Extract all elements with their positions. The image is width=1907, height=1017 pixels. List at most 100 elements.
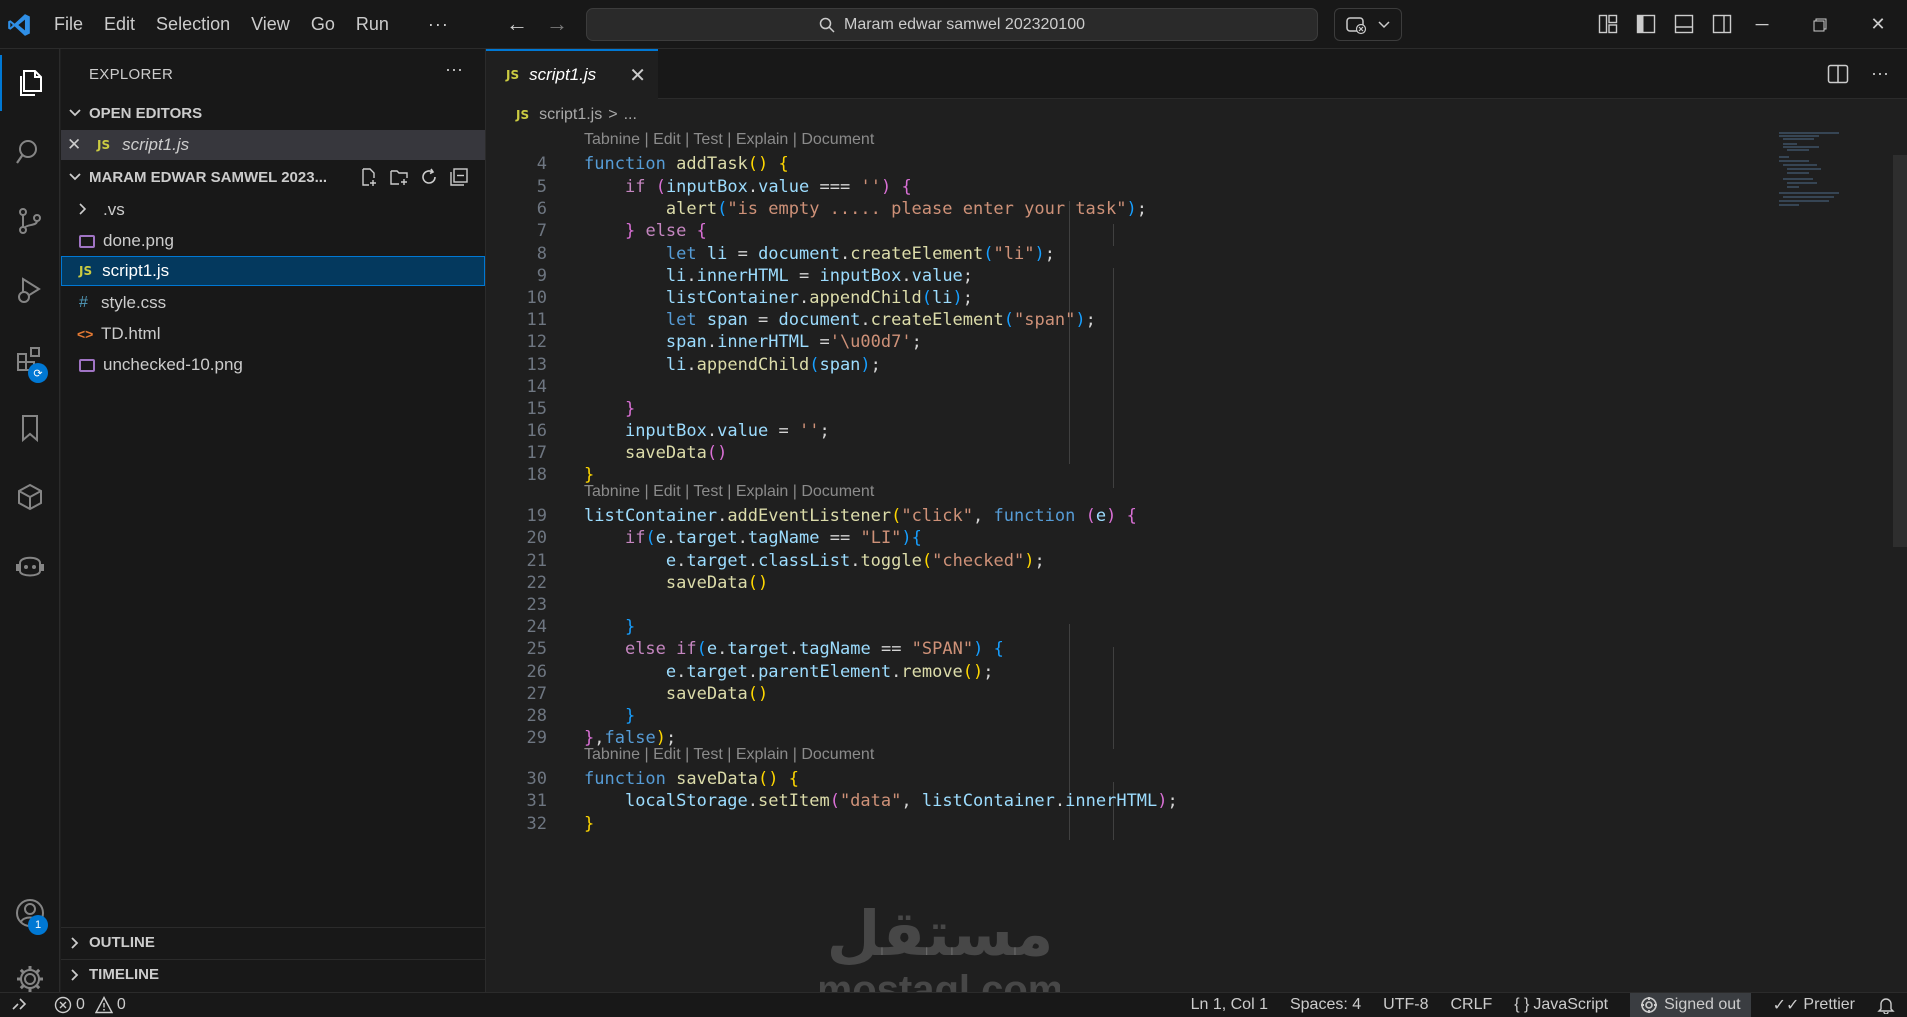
code-text: saveData() [665,683,769,704]
menu-more-button[interactable]: ··· [428,14,449,35]
code-text: let li = document.createElement("li"); [665,243,1055,264]
open-editors-label: OPEN EDITORS [89,104,203,122]
js-file-icon: JS [516,108,530,122]
run-debug-activity[interactable] [0,262,60,318]
folder-header[interactable]: MARAM EDWAR SAMWEL 2023... [61,163,485,191]
code-editor[interactable]: 3 Tabnine | Edit | Test | Explain | Docum… [486,131,1907,992]
line-number: 31 [526,790,547,811]
customize-layout-icon[interactable] [1596,12,1620,36]
line-number: 24 [526,616,547,637]
menu-view[interactable]: View [251,14,290,35]
command-center-text: Maram edwar samwel 202320100 [843,15,1085,33]
end-of-line[interactable]: CRLF [1450,996,1492,1014]
bookmarks-activity[interactable] [0,400,60,456]
toggle-primary-sidebar-icon[interactable] [1634,12,1658,36]
close-window-icon[interactable]: ✕ [1849,0,1907,49]
back-arrow-icon[interactable]: ← [506,12,528,36]
code-lens[interactable]: Tabnine | Edit | Test | Explain | Docume… [584,746,874,764]
toggle-secondary-sidebar-icon[interactable] [1710,12,1734,36]
tree-item-done-png[interactable]: done.png [61,226,485,256]
restore-icon[interactable] [1791,0,1849,49]
prettier-status[interactable]: ✓✓ Prettier [1773,995,1855,1015]
files-icon [20,70,42,96]
tab-script1-js[interactable]: JS script1.js ✕ [486,49,658,99]
vertical-scrollbar[interactable] [1893,155,1907,547]
line-number: 5 [536,176,547,197]
breadcrumb-symbol[interactable]: ... [624,106,637,124]
forward-arrow-icon[interactable]: → [546,12,568,36]
image-file-icon [79,234,95,248]
outline-header[interactable]: OUTLINE [61,927,485,957]
tab-label: script1.js [529,65,597,84]
problems-indicator[interactable]: 0 0 [54,996,126,1014]
accounts-activity[interactable]: 1 [0,885,60,941]
encoding[interactable]: UTF-8 [1383,996,1428,1014]
tree-item-script1-js[interactable]: JS script1.js [61,256,485,286]
language-label: JavaScript [1533,996,1609,1013]
tree-item-td-html[interactable]: <> TD.html [61,319,485,349]
command-center[interactable]: Maram edwar samwel 202320100 [586,8,1318,41]
language-mode[interactable]: { } JavaScript [1514,996,1608,1014]
notifications-icon[interactable] [1877,996,1895,1014]
code-text: if(e.target.tagName == "LI"){ [624,527,922,548]
line-number: 20 [526,527,547,548]
minimap[interactable] [1779,131,1849,211]
new-folder-icon[interactable] [389,167,409,187]
tree-item-label: .vs [103,200,125,219]
chevron-down-icon [61,173,89,181]
minimize-icon[interactable]: ─ [1733,0,1791,49]
menu-file[interactable]: File [54,14,83,35]
collapse-all-icon[interactable] [449,167,469,187]
line-number: 10 [526,287,547,308]
tree-item-unchecked-png[interactable]: unchecked-10.png [61,350,485,380]
tabnine-icon [1641,997,1658,1013]
activity-bar: ⟳ 1 [0,49,60,992]
remote-indicator[interactable] [0,993,38,1017]
open-editor-item[interactable]: ✕ JS script1.js [61,130,485,160]
navigation-arrows: ← → [506,12,568,36]
explorer-activity[interactable] [0,55,60,111]
open-editor-filename: script1.js [122,135,190,154]
explorer-title: EXPLORER [89,66,174,83]
line-number: 21 [526,550,547,571]
source-control-activity[interactable] [0,193,60,249]
code-lens[interactable]: Tabnine | Edit | Test | Explain | Docume… [584,131,874,149]
tree-item-vs-folder[interactable]: .vs [61,195,485,225]
search-icon [16,140,37,164]
extensions-activity[interactable]: ⟳ [0,331,60,387]
editor-more-icon[interactable]: ··· [1871,63,1889,84]
code-line: 29},false); [486,724,677,751]
copilot-button[interactable] [1334,8,1402,41]
tree-item-label: style.css [101,293,167,312]
timeline-header[interactable]: TIMELINE [61,959,485,989]
remote-explorer-activity[interactable] [0,469,60,525]
explorer-more-button[interactable]: ··· [445,59,463,80]
chevron-right-icon [61,936,89,949]
bookmark-icon [22,415,38,443]
tree-item-style-css[interactable]: # style.css [61,288,485,318]
breadcrumb-file[interactable]: script1.js [539,106,602,124]
open-editors-header[interactable]: OPEN EDITORS [61,99,485,127]
title-bar: File Edit Selection View Go Run ··· ← → … [0,0,1907,49]
js-file-icon: JS [506,68,520,82]
code-text: saveData() [624,442,728,463]
cursor-position[interactable]: Ln 1, Col 1 [1191,996,1268,1014]
split-editor-icon[interactable] [1827,64,1849,84]
menu-selection[interactable]: Selection [156,14,230,35]
copilot-chat-activity[interactable] [0,538,60,594]
refresh-icon[interactable] [419,167,439,187]
menu-go[interactable]: Go [311,14,335,35]
menu-edit[interactable]: Edit [104,14,135,35]
close-icon[interactable]: ✕ [67,135,87,155]
close-icon[interactable]: ✕ [629,63,646,88]
new-file-icon[interactable] [359,167,379,187]
code-lens[interactable]: Tabnine | Edit | Test | Explain | Docume… [584,483,874,501]
indentation[interactable]: Spaces: 4 [1290,996,1361,1014]
code-text: e.target.parentElement.remove(); [665,661,994,682]
toggle-panel-icon[interactable] [1672,12,1696,36]
menu-run[interactable]: Run [356,14,389,35]
line-number: 9 [536,265,547,286]
search-activity[interactable] [0,124,60,180]
code-text: listContainer.appendChild(li); [665,287,974,308]
tabnine-account[interactable]: Signed out [1630,993,1751,1017]
